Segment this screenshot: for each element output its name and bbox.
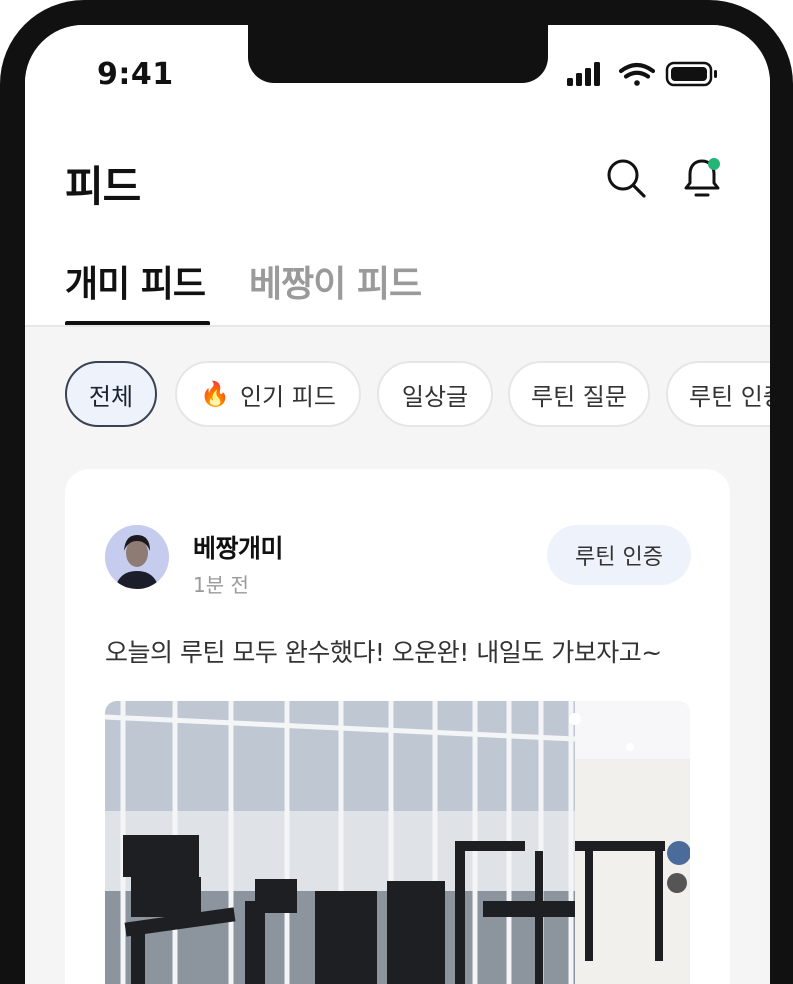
filter-chip-routine-proof[interactable]: 루틴 인증	[666, 361, 770, 427]
bell-icon	[684, 158, 720, 197]
post-timestamp: 1분 전	[193, 573, 249, 597]
status-time: 9:41	[97, 57, 174, 92]
header-divider	[25, 325, 770, 327]
filter-chip-daily[interactable]: 일상글	[377, 361, 493, 427]
notification-dot	[708, 158, 720, 170]
search-button[interactable]	[601, 153, 651, 203]
app-screen: 9:41 피드 개미 피드 베짱이 피드 전체 🔥 인기 피드 일상글 루틴 질…	[25, 25, 770, 984]
post-image[interactable]	[105, 701, 690, 984]
filter-chip-popular[interactable]: 🔥 인기 피드	[175, 361, 361, 427]
filter-chip-label: 전체	[88, 382, 134, 411]
feed-post-card[interactable]: 베짱개미 1분 전 루틴 인증 오늘의 루틴 모두 완수했다! 오운완! 내일도…	[65, 469, 730, 984]
post-author-name[interactable]: 베짱개미	[193, 529, 284, 565]
device-notch	[248, 25, 548, 83]
search-icon	[607, 159, 646, 198]
post-content: 오늘의 루틴 모두 완수했다! 오운완! 내일도 가보자고~	[105, 638, 662, 667]
tab-ant-feed[interactable]: 개미 피드	[65, 255, 206, 307]
filter-chip-all[interactable]: 전체	[65, 361, 157, 427]
phone-frame: 9:41 피드 개미 피드 베짱이 피드 전체 🔥 인기 피드 일상글 루틴 질…	[0, 0, 793, 984]
filter-chip-label: 루틴 인증	[689, 382, 770, 411]
battery-icon	[665, 61, 717, 87]
page-title: 피드	[65, 162, 141, 211]
filter-chip-label: 루틴 질문	[531, 382, 627, 411]
post-category-badge[interactable]: 루틴 인증	[547, 525, 691, 585]
filter-chip-routine-question[interactable]: 루틴 질문	[508, 361, 650, 427]
filter-chip-label: 인기 피드	[239, 382, 336, 411]
fire-icon: 🔥	[200, 380, 230, 408]
tab-grasshopper-feed[interactable]: 베짱이 피드	[249, 255, 422, 307]
status-icons	[567, 59, 727, 89]
wifi-icon	[618, 62, 656, 86]
cellular-signal-icon	[567, 62, 600, 86]
avatar[interactable]	[105, 525, 169, 589]
filter-chip-label: 일상글	[401, 382, 469, 411]
notification-button[interactable]	[677, 153, 727, 203]
